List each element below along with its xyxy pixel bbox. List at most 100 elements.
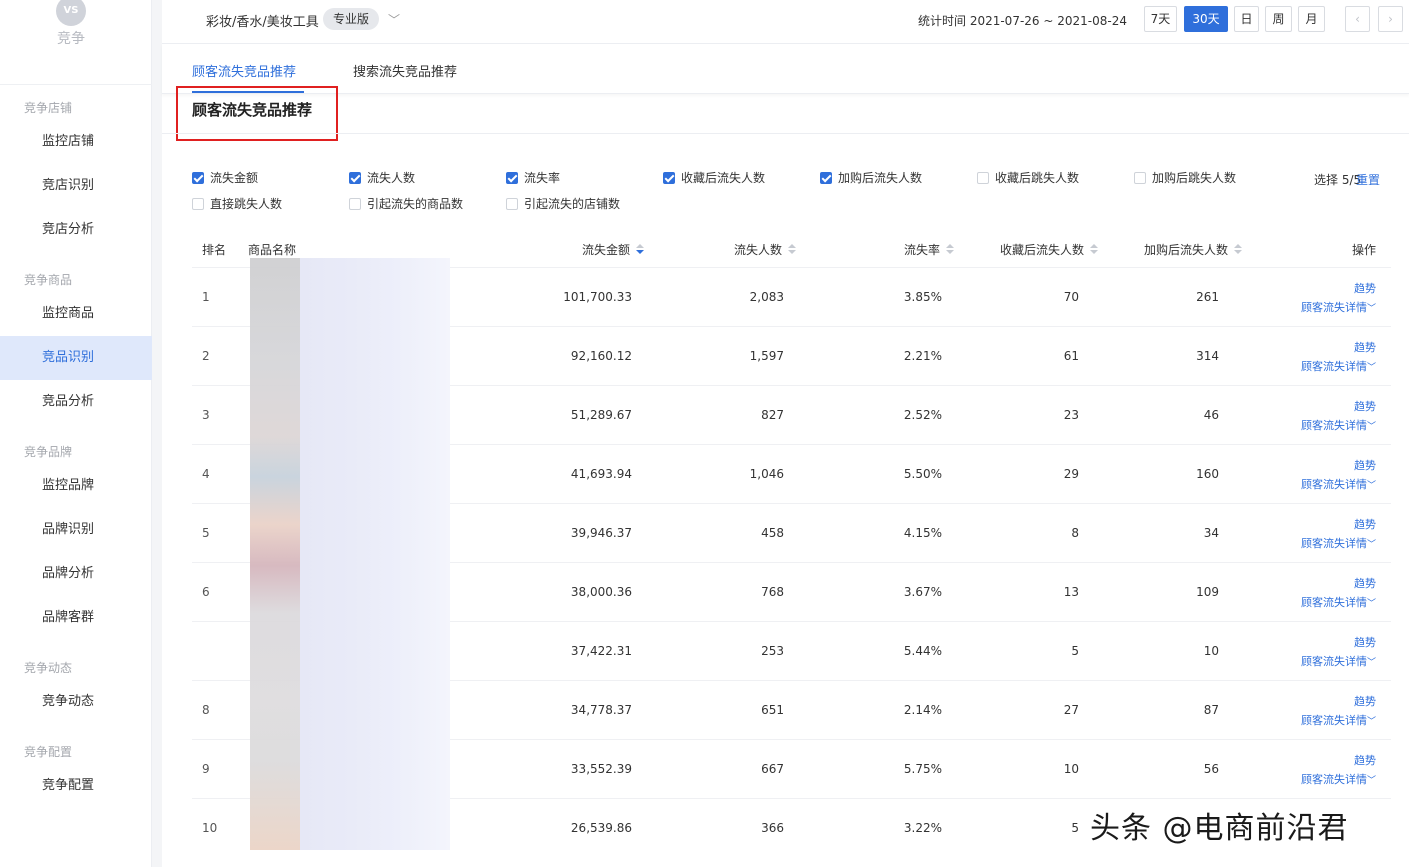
loss-detail-link[interactable]: 顾客流失详情﹀ (1301, 712, 1376, 728)
checkbox-icon[interactable] (192, 198, 204, 210)
period-button[interactable]: 7天 (1144, 6, 1177, 32)
trend-link[interactable]: 趋势 (1354, 339, 1376, 355)
sidebar-item[interactable]: 监控店铺 (0, 120, 152, 164)
metric-checkbox[interactable]: 引起流失的商品数 (349, 197, 463, 213)
loss-detail-link[interactable]: 顾客流失详情﹀ (1301, 653, 1376, 669)
trend-link[interactable]: 趋势 (1354, 516, 1376, 532)
checkbox-icon[interactable] (349, 198, 361, 210)
th-loss-rate[interactable]: 流失率 (904, 241, 955, 258)
chevron-left-icon[interactable]: ‹ (1345, 6, 1370, 32)
period-button[interactable]: 月 (1298, 6, 1325, 32)
sidebar-item[interactable]: 监控商品 (0, 292, 152, 336)
sidebar-item[interactable]: 竞争配置 (0, 764, 152, 808)
metric-checkbox[interactable]: 流失人数 (349, 171, 415, 187)
sort-icon[interactable] (788, 244, 797, 256)
cell-fav: 61 (1063, 349, 1079, 363)
trend-link[interactable]: 趋势 (1354, 693, 1376, 709)
chevron-right-icon[interactable]: › (1378, 6, 1403, 32)
checkbox-icon[interactable] (349, 172, 361, 184)
sidebar-item[interactable]: 品牌客群 (0, 596, 152, 640)
chevron-down-icon[interactable]: ﹀ (388, 11, 400, 28)
loss-detail-link[interactable]: 顾客流失详情﹀ (1301, 476, 1376, 492)
checkbox-icon[interactable] (663, 172, 675, 184)
trend-link[interactable]: 趋势 (1354, 398, 1376, 414)
cell-amount: 51,289.67 (570, 408, 632, 422)
sidebar-item[interactable]: 竞店识别 (0, 164, 152, 208)
trend-link[interactable]: 趋势 (1354, 457, 1376, 473)
metric-checkbox[interactable]: 收藏后流失人数 (663, 171, 765, 187)
loss-detail-link[interactable]: 顾客流失详情﹀ (1301, 299, 1376, 315)
sidebar-item[interactable]: 竞争动态 (0, 680, 152, 724)
th-loss-people-label: 流失人数 (734, 243, 783, 257)
metric-checkbox[interactable]: 直接跳失人数 (192, 197, 282, 213)
loss-detail-label: 顾客流失详情 (1300, 655, 1367, 668)
sort-icon[interactable] (636, 244, 645, 256)
checkbox-icon[interactable] (192, 172, 204, 184)
metric-checkbox[interactable]: 流失率 (506, 171, 560, 187)
cell-cart: 160 (1196, 467, 1219, 481)
th-loss-people[interactable]: 流失人数 (734, 241, 797, 258)
trend-link[interactable]: 趋势 (1354, 634, 1376, 650)
sidebar-item[interactable]: 品牌识别 (0, 508, 152, 552)
cell-fav: 13 (1063, 585, 1079, 599)
sidebar: VS 竞争 竞争店铺 监控店铺 竞店识别 竞店分析 竞争商品 监控商品 竞品识别 竞品分析 竞争… (0, 0, 152, 867)
loss-detail-link[interactable]: 顾客流失详情﹀ (1301, 535, 1376, 551)
topbar: 彩妆/香水/美妆工具 专业版 ﹀ 统计时间 2021-07-26 ~ 2021-… (162, 0, 1409, 44)
th-cart-loss[interactable]: 加购后流失人数 (1144, 241, 1243, 258)
th-fav-loss[interactable]: 收藏后流失人数 (1000, 241, 1099, 258)
cell-amount: 34,778.37 (570, 703, 632, 717)
sidebar-item[interactable]: 竞店分析 (0, 208, 152, 252)
trend-link[interactable]: 趋势 (1354, 575, 1376, 591)
metric-checkbox[interactable]: 加购后流失人数 (820, 171, 922, 187)
checkbox-icon[interactable] (506, 198, 518, 210)
main-panel: 彩妆/香水/美妆工具 专业版 ﹀ 统计时间 2021-07-26 ~ 2021-… (162, 0, 1409, 867)
section-divider (162, 133, 1409, 134)
sidebar-item[interactable]: 监控品牌 (0, 464, 152, 508)
trend-link[interactable]: 趋势 (1354, 280, 1376, 296)
cell-people: 1,046 (749, 467, 784, 481)
category-selector[interactable]: 彩妆/香水/美妆工具 (206, 11, 319, 30)
th-fav-loss-label: 收藏后流失人数 (1000, 243, 1085, 257)
metric-checkbox[interactable]: 流失金额 (192, 171, 258, 187)
sidebar-item[interactable]: 竞品识别 (0, 336, 152, 380)
checkbox-icon[interactable] (977, 172, 989, 184)
sidebar-item[interactable]: 品牌分析 (0, 552, 152, 596)
loss-detail-link[interactable]: 顾客流失详情﹀ (1301, 358, 1376, 374)
metric-checkbox[interactable]: 引起流失的店铺数 (506, 197, 620, 213)
loss-detail-link[interactable]: 顾客流失详情﹀ (1301, 594, 1376, 610)
cell-cart: 109 (1196, 585, 1219, 599)
metric-checkbox[interactable]: 收藏后跳失人数 (977, 171, 1079, 187)
sort-icon[interactable] (946, 244, 955, 256)
cell-rate: 5.75% (903, 762, 942, 776)
cell-amount: 38,000.36 (570, 585, 632, 599)
th-loss-amount-label: 流失金额 (582, 243, 631, 257)
sidebar-item[interactable]: 竞品分析 (0, 380, 152, 424)
sort-icon[interactable] (1090, 244, 1099, 256)
th-loss-amount[interactable]: 流失金额 (582, 241, 645, 258)
tab-search-loss[interactable]: 搜索流失竞品推荐 (353, 61, 457, 80)
period-button[interactable]: 30天 (1184, 6, 1228, 32)
period-button[interactable]: 日 (1234, 6, 1259, 32)
loss-detail-label: 顾客流失详情 (1300, 419, 1367, 432)
cell-rate: 3.85% (903, 290, 942, 304)
th-loss-rate-label: 流失率 (904, 243, 941, 257)
select-count: 选择 5/5 (1314, 173, 1362, 187)
product-image-blur (250, 258, 300, 850)
loss-detail-link[interactable]: 顾客流失详情﹀ (1301, 417, 1376, 433)
metric-checkbox[interactable]: 加购后跳失人数 (1134, 171, 1236, 187)
loss-detail-link[interactable]: 顾客流失详情﹀ (1301, 771, 1376, 787)
checkbox-icon[interactable] (820, 172, 832, 184)
trend-link[interactable]: 趋势 (1354, 752, 1376, 768)
reset-link[interactable]: 重置 (1356, 171, 1380, 188)
sort-icon[interactable] (1234, 244, 1243, 256)
tab-customer-loss[interactable]: 顾客流失竞品推荐 (192, 61, 296, 80)
period-button[interactable]: 周 (1265, 6, 1292, 32)
cell-people: 667 (761, 762, 784, 776)
metric-checkbox-label: 引起流失的商品数 (367, 197, 464, 211)
checkbox-icon[interactable] (506, 172, 518, 184)
metric-checkbox-label: 加购后流失人数 (838, 171, 923, 185)
logo[interactable]: VS 竞争 (48, 0, 94, 60)
metric-checkbox-label: 流失金额 (210, 171, 259, 185)
checkbox-icon[interactable] (1134, 172, 1146, 184)
loss-detail-label: 顾客流失详情 (1300, 360, 1367, 373)
